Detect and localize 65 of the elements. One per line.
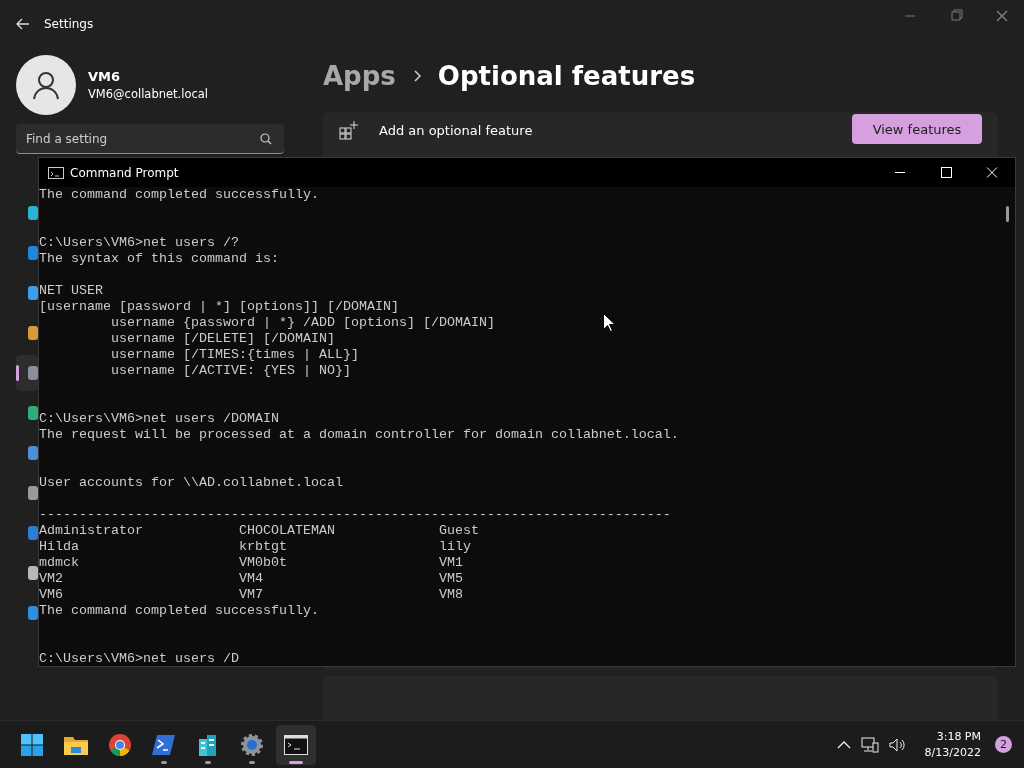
user-account-name: Guest (439, 523, 479, 538)
console-icon (48, 166, 64, 179)
clock-time[interactable]: 3:18 PM (936, 728, 981, 745)
user-account-name: mdmck (39, 555, 79, 570)
user-account-name: VM8 (439, 587, 463, 602)
console-line: NET USER (39, 283, 104, 299)
user-name: VM6 (88, 69, 122, 84)
console-line: The request will be processed at a domain controller for domain collabnet.local. (39, 427, 680, 443)
view-features-button[interactable]: View features (852, 114, 982, 144)
clock-date[interactable]: 8/13/2022 (924, 744, 981, 761)
console-line: C:\Users\VM6>net users /DOMAIN (39, 411, 280, 427)
console-line: username [/DELETE] [/DOMAIN] (111, 331, 335, 346)
console-icon (284, 734, 308, 755)
chevron-icon (411, 70, 422, 82)
buildings-icon (197, 732, 219, 757)
console-line: C:\Users\VM6>net users /D (39, 651, 240, 666)
chevron-up-icon[interactable] (836, 739, 851, 750)
sidebar-item[interactable] (16, 355, 38, 391)
user-account-name: VM7 (239, 587, 263, 602)
console-line: username [/TIMES:{times | ALL}] (111, 347, 359, 362)
terminal-icon (152, 733, 176, 756)
window-title: Settings (44, 17, 94, 31)
gear-icon (240, 732, 264, 757)
user-email: VM6@collabnet.local (88, 87, 209, 101)
add-grid-icon (339, 120, 359, 140)
user-account-name: VM6 (39, 587, 63, 602)
mouse-pointer-icon (603, 313, 615, 332)
running-indicator (249, 760, 255, 764)
user-account-name: Administrator (39, 523, 143, 538)
running-indicator (205, 760, 211, 764)
console-line: The syntax of this command is: (39, 251, 280, 267)
search-field[interactable]: Find a setting (16, 124, 284, 154)
notification-badge[interactable]: 2 (995, 736, 1012, 753)
taskbar-app-button[interactable] (276, 724, 316, 765)
windows-logo-icon (20, 732, 44, 757)
page-title: Optional features (437, 61, 696, 91)
running-indicator (161, 760, 167, 764)
user-account-name: VM4 (239, 571, 263, 586)
console-line: The command completed successfully. (39, 603, 320, 619)
browser-icon (108, 732, 132, 757)
scrollbar-thumb[interactable] (1006, 206, 1009, 222)
search-icon (260, 133, 272, 145)
volume-icon[interactable] (888, 736, 907, 753)
back-arrow-icon[interactable] (16, 18, 30, 30)
user-account-name: VM1 (439, 555, 463, 570)
user-account-name: VM0b0t (239, 555, 287, 570)
user-account-name: krbtgt (239, 539, 287, 554)
breadcrumb-link[interactable]: Apps (323, 61, 396, 91)
console-line: username {password | *} /ADD [options] [/DOMAIN] (111, 315, 495, 330)
window-title: Command Prompt (70, 165, 180, 180)
user-account-name: VM5 (439, 571, 463, 586)
network-icon[interactable] (860, 736, 879, 753)
console-line: C:\Users\VM6>net users /? (39, 235, 240, 251)
console-line: ------------------------------------------------------------------------------- (39, 507, 672, 523)
user-account-name: Hilda (39, 539, 79, 554)
feature-label: Add an optional feature (379, 122, 533, 138)
user-account-name: VM2 (39, 571, 63, 586)
console-line: User accounts for \\AD.collabnet.local (39, 475, 344, 491)
console-line: The command completed successfully. (39, 187, 320, 203)
console-line: [username [password | *] [options]] [/DOMAIN] (39, 299, 400, 315)
user-account-name: CHOCOLATEMAN (239, 523, 335, 538)
running-indicator (289, 760, 303, 764)
user-account-name: lily (439, 539, 471, 554)
avatar (16, 55, 76, 115)
console-line: username [/ACTIVE: {YES | NO}] (111, 363, 351, 378)
